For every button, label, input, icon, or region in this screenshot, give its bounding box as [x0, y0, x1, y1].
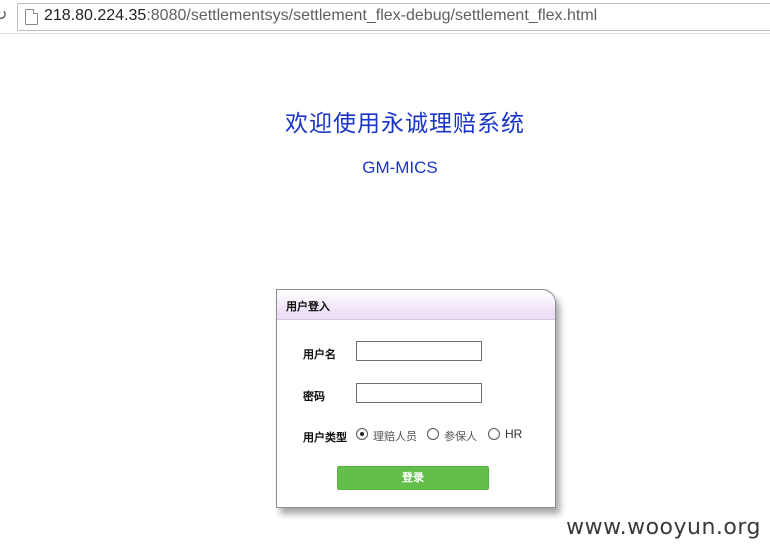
system-subtitle: GM-MICS — [362, 158, 438, 177]
watermark-text: www.wooyun.org — [566, 515, 761, 540]
url-text: 218.80.224.35:8080/settlementsys/settlem… — [44, 7, 597, 25]
page-icon — [25, 9, 38, 25]
password-input[interactable] — [356, 383, 482, 403]
radio-insured-label[interactable]: 参保人 — [444, 428, 477, 444]
password-label: 密码 — [303, 390, 325, 403]
login-panel: 用户登入 用户名 密码 用户类型 理赔人员 参保人 HR 登录 — [276, 289, 556, 508]
url-field[interactable]: 218.80.224.35:8080/settlementsys/settlem… — [17, 3, 770, 31]
radio-hr-label[interactable]: HR — [505, 427, 522, 441]
user-type-label: 用户类型 — [303, 431, 347, 444]
radio-claims-staff[interactable] — [356, 428, 368, 440]
radio-claims-staff-label[interactable]: 理赔人员 — [373, 428, 417, 444]
login-panel-title: 用户登入 — [286, 300, 330, 313]
url-path: :8080/settlementsys/settlement_flex-debu… — [146, 7, 598, 24]
page-title: 欢迎使用永诚理赔系统 — [285, 111, 525, 137]
login-panel-header: 用户登入 — [277, 290, 555, 320]
radio-hr[interactable] — [488, 428, 500, 440]
url-host: 218.80.224.35 — [44, 7, 147, 24]
login-button[interactable]: 登录 — [337, 466, 489, 490]
username-input[interactable] — [356, 341, 482, 361]
browser-address-bar: ↻ 218.80.224.35:8080/settlementsys/settl… — [0, 0, 770, 34]
reload-icon[interactable]: ↻ — [0, 5, 12, 25]
radio-insured[interactable] — [427, 428, 439, 440]
username-label: 用户名 — [303, 348, 336, 361]
